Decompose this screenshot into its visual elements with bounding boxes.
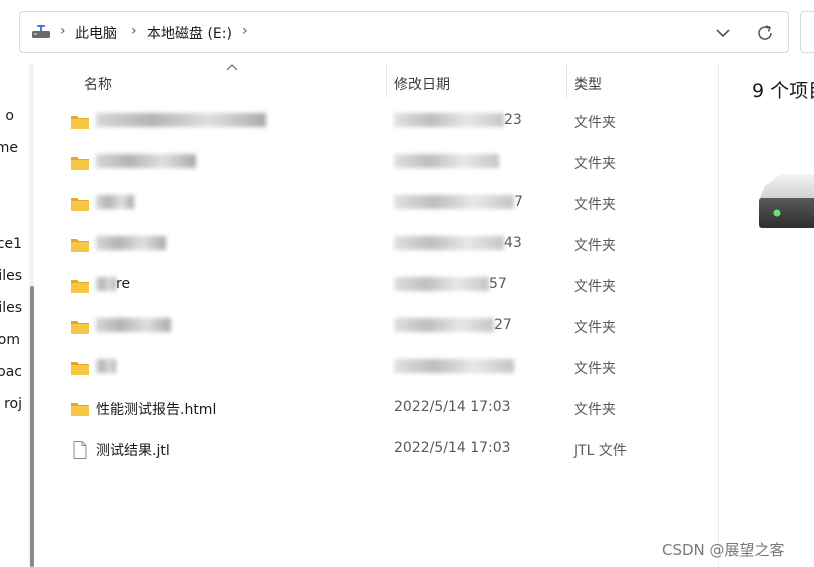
chevron-right-icon: › [60, 23, 66, 39]
sort-ascending-icon [226, 64, 238, 71]
modified-date: 23 [394, 112, 522, 128]
file-type: JTL 文件 [574, 443, 627, 459]
file-type: 文件夹 [574, 402, 616, 418]
nav-item-label: iles [0, 268, 22, 284]
modified-date: 27 [394, 317, 512, 333]
search-input[interactable] [800, 11, 814, 53]
file-type: 文件夹 [574, 156, 616, 172]
nav-item-label: oac [0, 364, 22, 380]
file-type: 文件夹 [574, 279, 616, 295]
file-name [96, 153, 196, 169]
column-header-type[interactable]: 类型 [574, 74, 602, 94]
nav-item-label: me [0, 140, 18, 156]
file-name [96, 358, 116, 374]
file-name: re [96, 276, 130, 292]
chevron-down-icon[interactable] [712, 22, 734, 44]
folder-icon [71, 157, 89, 170]
list-item[interactable]: 23 文件夹 [66, 104, 706, 140]
file-name [96, 317, 171, 333]
list-item[interactable]: re 57 文件夹 [66, 268, 706, 304]
nav-item-label: om [0, 332, 20, 348]
folder-icon [71, 362, 89, 375]
drive-icon [32, 25, 50, 38]
chevron-right-icon: › [131, 23, 137, 39]
folder-icon [71, 280, 89, 293]
watermark: CSDN @展望之客 [662, 541, 785, 559]
list-item[interactable]: 43 文件夹 [66, 227, 706, 263]
modified-date: 43 [394, 235, 522, 251]
modified-date: 7 [394, 194, 523, 210]
nav-scrollbar-thumb[interactable] [30, 286, 34, 567]
breadcrumb-local-disk[interactable]: 本地磁盘 (E:) [147, 23, 232, 43]
list-item[interactable]: 性能测试报告.html 2022/5/14 17:03 文件夹 [66, 391, 706, 427]
folder-icon [71, 321, 89, 334]
details-pane: 9 个项目 [719, 64, 814, 567]
list-item[interactable]: 27 文件夹 [66, 309, 706, 345]
list-item[interactable]: 文件夹 [66, 350, 706, 386]
file-type: 文件夹 [574, 238, 616, 254]
file-name: 性能测试报告.html [96, 402, 217, 418]
list-item[interactable]: 文件夹 [66, 145, 706, 181]
column-divider[interactable] [386, 64, 387, 98]
modified-date: 2022/5/14 17:03 [394, 399, 511, 415]
file-type: 文件夹 [574, 115, 616, 131]
file-type: 文件夹 [574, 361, 616, 377]
modified-date: 2022/5/14 17:03 [394, 440, 511, 456]
column-header-date[interactable]: 修改日期 [394, 74, 450, 94]
hard-drive-icon [759, 174, 814, 228]
nav-item-label: iles [0, 300, 22, 316]
file-name [96, 194, 134, 210]
title-bar: › 此电脑 › 本地磁盘 (E:) › [0, 0, 814, 64]
nav-item-label: roj [4, 396, 22, 412]
file-type: 文件夹 [574, 320, 616, 336]
folder-icon [71, 239, 89, 252]
file-type: 文件夹 [574, 197, 616, 213]
nav-item-label: ce1 [0, 236, 22, 252]
file-name [96, 235, 166, 251]
refresh-icon[interactable] [753, 21, 777, 45]
file-name [96, 112, 266, 128]
modified-date [394, 358, 514, 374]
modified-date [394, 153, 499, 169]
file-icon [73, 441, 87, 459]
column-header-name[interactable]: 名称 [84, 74, 112, 94]
nav-item-label: o [5, 108, 14, 124]
folder-icon [71, 198, 89, 211]
list-item[interactable]: 7 文件夹 [66, 186, 706, 222]
folder-icon [71, 403, 89, 416]
column-divider[interactable] [566, 64, 567, 98]
navigation-pane: o me ce1 iles iles om oac roj [0, 64, 44, 567]
list-item[interactable]: 测试结果.jtl 2022/5/14 17:03 JTL 文件 [66, 432, 706, 468]
breadcrumb-this-pc[interactable]: 此电脑 [75, 23, 117, 43]
file-name: 测试结果.jtl [96, 443, 170, 459]
folder-icon [71, 116, 89, 129]
modified-date: 57 [394, 276, 507, 292]
file-list: 名称 修改日期 类型 23 文件夹 文件夹 7 文件夹 43 文件夹 re 57 文件夹 27 文件夹… [44, 64, 718, 567]
item-count-label: 9 个项目 [752, 80, 814, 102]
chevron-right-icon: › [242, 23, 248, 39]
address-bar[interactable]: › 此电脑 › 本地磁盘 (E:) › [19, 11, 789, 53]
